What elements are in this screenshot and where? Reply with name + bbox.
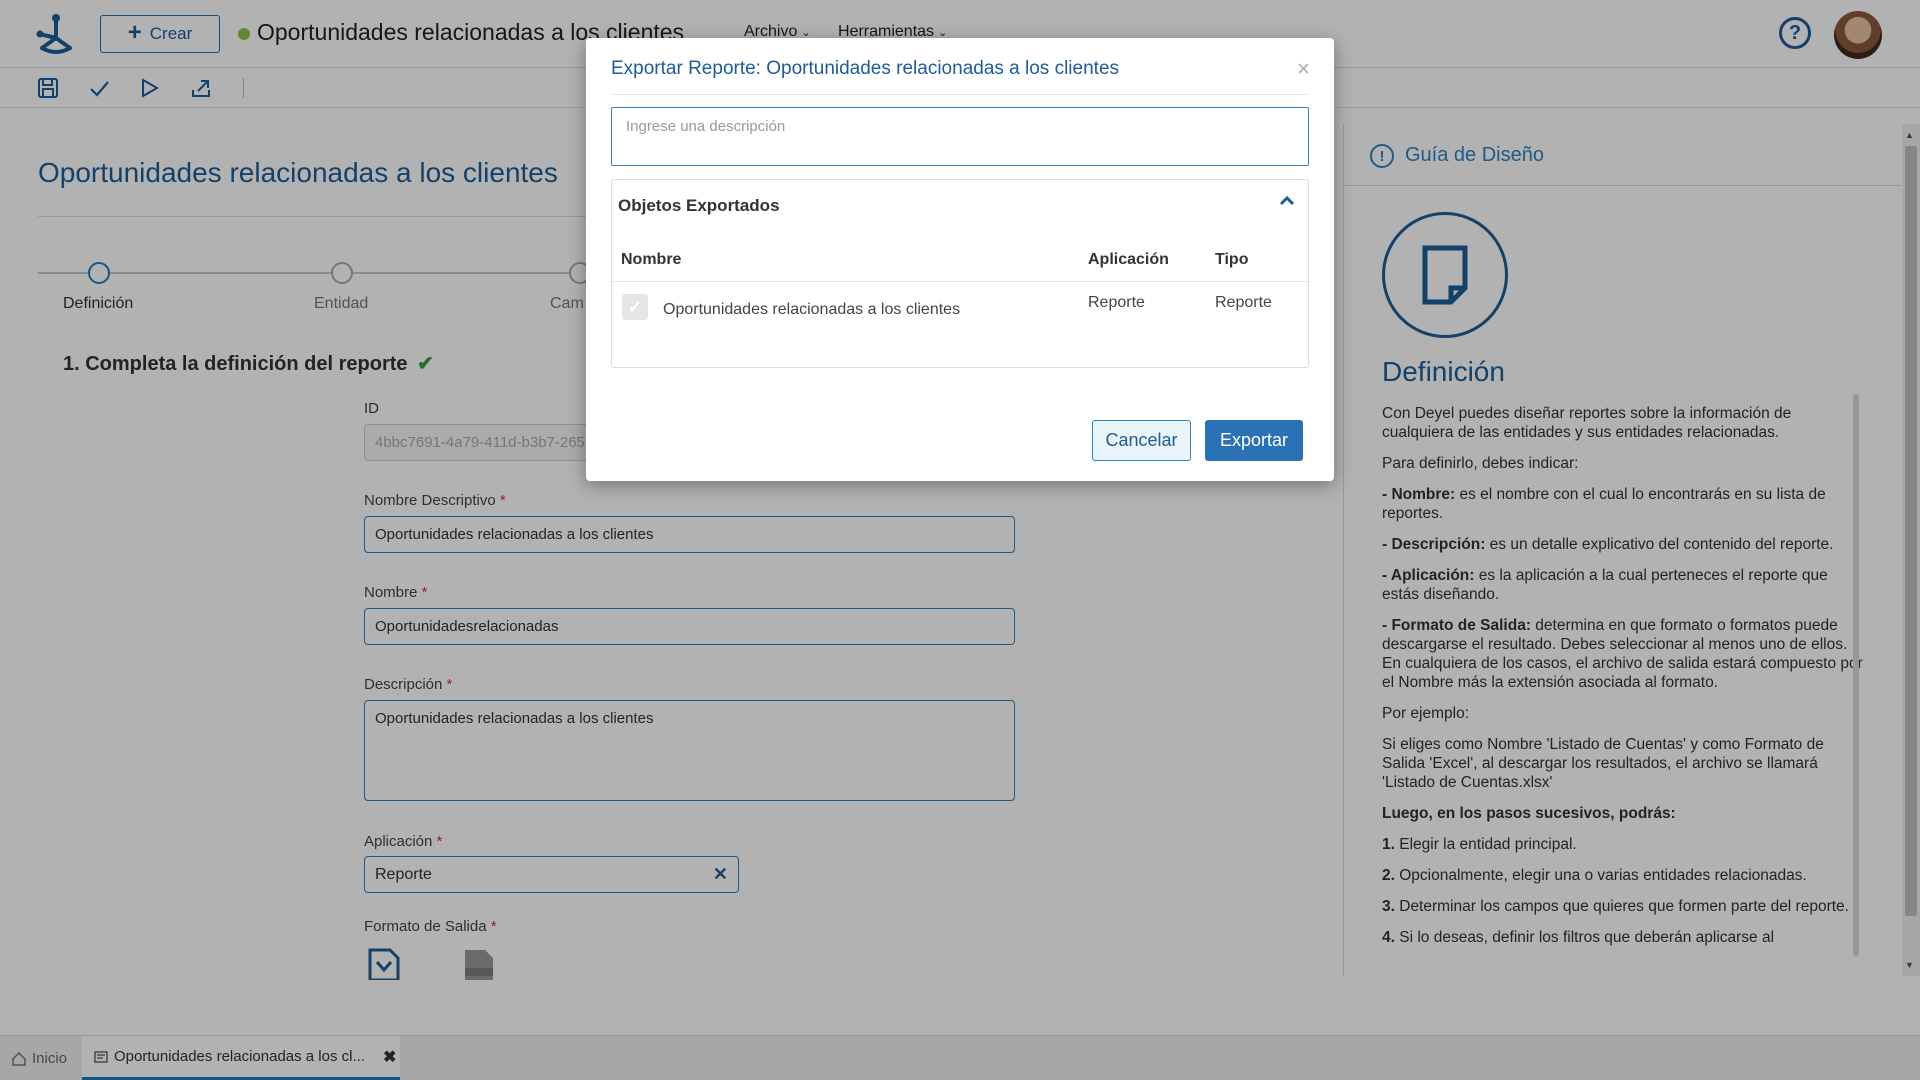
column-header-nombre: Nombre <box>621 251 682 268</box>
dialog-divider <box>611 94 1309 95</box>
column-header-aplicacion: Aplicación <box>1088 251 1169 268</box>
table-header-divider <box>612 281 1308 282</box>
exported-objects-title: Objetos Exportados <box>618 196 780 215</box>
export-button[interactable]: Exportar <box>1205 420 1303 461</box>
table-cell-nombre: Oportunidades relacionadas a los cliente… <box>663 301 961 318</box>
cancel-button[interactable]: Cancelar <box>1092 420 1191 461</box>
export-description-input[interactable] <box>611 107 1309 166</box>
column-header-tipo: Tipo <box>1215 251 1249 268</box>
dialog-title: Exportar Reporte: Oportunidades relacion… <box>611 58 1120 79</box>
exported-objects-panel: Objetos Exportados Nombre Aplicación Tip… <box>611 179 1309 368</box>
table-cell-tipo: Reporte <box>1215 294 1272 311</box>
close-icon[interactable]: × <box>1297 56 1310 82</box>
chevron-up-icon[interactable] <box>1276 190 1298 212</box>
row-checkbox[interactable]: ✓ <box>622 294 648 320</box>
export-report-dialog: Exportar Reporte: Oportunidades relacion… <box>586 38 1334 481</box>
table-cell-aplicacion: Reporte <box>1088 294 1145 311</box>
